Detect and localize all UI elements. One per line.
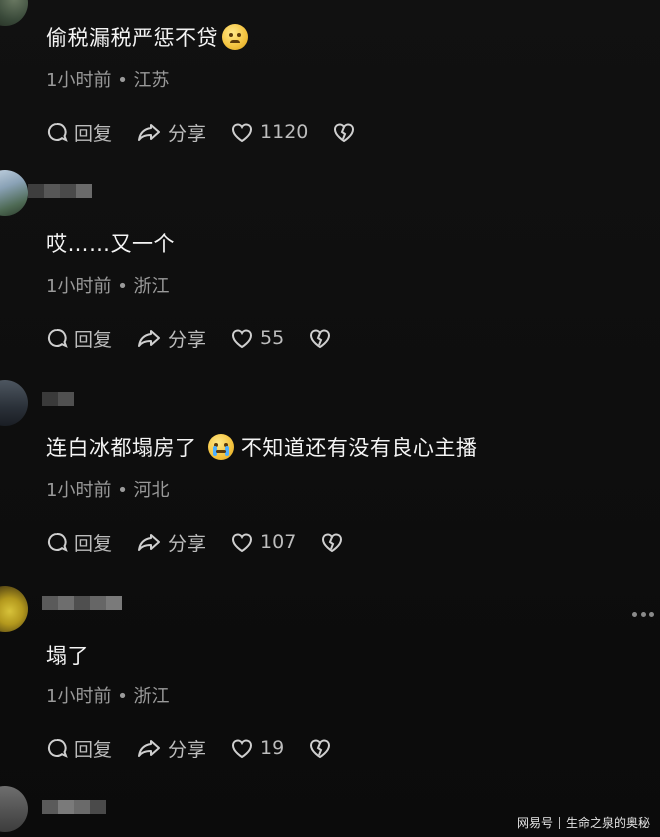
watermark: 网易号 生命之泉的奥秘 <box>517 814 650 831</box>
comment-feed: 偷税漏税严惩不贷 1小时前 • 江苏 回复 分享 1120 哎……又一个 1小时… <box>0 0 660 837</box>
reply-bubble-icon <box>47 122 68 142</box>
reply-bubble-icon <box>47 328 68 348</box>
avatar[interactable] <box>0 786 28 832</box>
watermark-author: 生命之泉的奥秘 <box>565 816 650 830</box>
share-label: 分享 <box>168 738 207 761</box>
comment-actions: 回复 分享 107 <box>46 528 374 556</box>
watermark-source: 网易号 <box>516 816 553 830</box>
dislike-button[interactable] <box>308 737 338 759</box>
share-arrow-icon <box>138 330 161 347</box>
comment-meta: 1小时前 • 河北 <box>46 476 170 502</box>
comment-text: 塌了 <box>46 644 89 668</box>
meta-separator: • <box>117 276 128 297</box>
share-label: 分享 <box>168 328 207 351</box>
comment-actions: 回复 分享 55 <box>46 324 362 352</box>
comment-text: 连白冰都塌房了 不知道还有没有良心主播 <box>46 434 477 462</box>
dislike-button[interactable] <box>308 327 338 349</box>
slightly-frowning-face-emoji-icon <box>222 24 248 50</box>
avatar[interactable] <box>0 170 28 216</box>
comment-time: 1小时前 <box>46 480 112 501</box>
comment-location: 河北 <box>133 480 170 501</box>
broken-heart-icon <box>310 739 331 759</box>
like-count: 19 <box>260 737 285 759</box>
username-blurred[interactable] <box>28 184 92 212</box>
comment-meta: 1小时前 • 浙江 <box>46 682 170 708</box>
like-count: 107 <box>260 531 297 553</box>
comment-location: 浙江 <box>133 686 170 707</box>
comment-time: 1小时前 <box>46 276 112 297</box>
comment-location: 浙江 <box>133 276 170 297</box>
like-button[interactable]: 107 <box>230 531 296 553</box>
like-button[interactable]: 1120 <box>230 121 308 143</box>
comment-meta: 1小时前 • 浙江 <box>46 272 170 298</box>
username-blurred[interactable] <box>42 800 106 828</box>
username-blurred[interactable] <box>42 596 122 624</box>
comment-time: 1小时前 <box>46 686 112 707</box>
share-label: 分享 <box>168 532 207 555</box>
avatar[interactable] <box>0 380 28 426</box>
comment-actions: 回复 分享 1120 <box>46 118 386 146</box>
comment-time: 1小时前 <box>46 70 112 91</box>
heart-icon <box>232 123 253 143</box>
broken-heart-icon <box>322 533 343 553</box>
comment-text-content: 偷税漏税严惩不贷 <box>46 26 218 50</box>
meta-separator: • <box>117 686 128 707</box>
reply-label: 回复 <box>74 122 113 145</box>
share-arrow-icon <box>138 740 161 757</box>
like-button[interactable]: 55 <box>230 327 284 349</box>
comment-text-content: 不知道还有没有良心主播 <box>240 436 478 460</box>
reply-bubble-icon <box>47 532 68 552</box>
like-count: 55 <box>260 327 285 349</box>
comment-meta: 1小时前 • 江苏 <box>46 66 170 92</box>
share-arrow-icon <box>138 124 161 141</box>
dislike-button[interactable] <box>320 531 350 553</box>
username-blurred[interactable] <box>42 392 74 420</box>
share-button[interactable]: 分享 <box>136 119 206 146</box>
heart-icon <box>232 739 253 759</box>
reply-label: 回复 <box>74 738 113 761</box>
meta-separator: • <box>117 70 128 91</box>
share-button[interactable]: 分享 <box>136 325 206 352</box>
share-button[interactable]: 分享 <box>136 529 206 556</box>
avatar[interactable] <box>0 586 28 632</box>
like-count: 1120 <box>260 121 309 143</box>
reply-button[interactable]: 回复 <box>46 529 112 556</box>
more-options-icon[interactable] <box>632 612 654 620</box>
reply-label: 回复 <box>74 328 113 351</box>
comment-text: 偷税漏税严惩不贷 <box>46 24 248 52</box>
reply-bubble-icon <box>47 738 68 758</box>
reply-button[interactable]: 回复 <box>46 119 112 146</box>
watermark-divider <box>558 816 560 829</box>
comment-location: 江苏 <box>133 70 170 91</box>
broken-heart-icon <box>334 123 355 143</box>
broken-heart-icon <box>310 329 331 349</box>
share-button[interactable]: 分享 <box>136 735 206 762</box>
dislike-button[interactable] <box>332 121 362 143</box>
share-arrow-icon <box>138 534 161 551</box>
like-button[interactable]: 19 <box>230 737 284 759</box>
comment-text: 哎……又一个 <box>46 232 175 256</box>
share-label: 分享 <box>168 122 207 145</box>
crying-face-emoji-icon <box>207 434 234 460</box>
meta-separator: • <box>117 480 128 501</box>
reply-label: 回复 <box>74 532 113 555</box>
heart-icon <box>232 329 253 349</box>
comment-actions: 回复 分享 19 <box>46 734 362 762</box>
comment-text-content: 连白冰都塌房了 <box>46 436 197 460</box>
avatar[interactable] <box>0 0 28 26</box>
reply-button[interactable]: 回复 <box>46 735 112 762</box>
heart-icon <box>232 533 253 553</box>
reply-button[interactable]: 回复 <box>46 325 112 352</box>
